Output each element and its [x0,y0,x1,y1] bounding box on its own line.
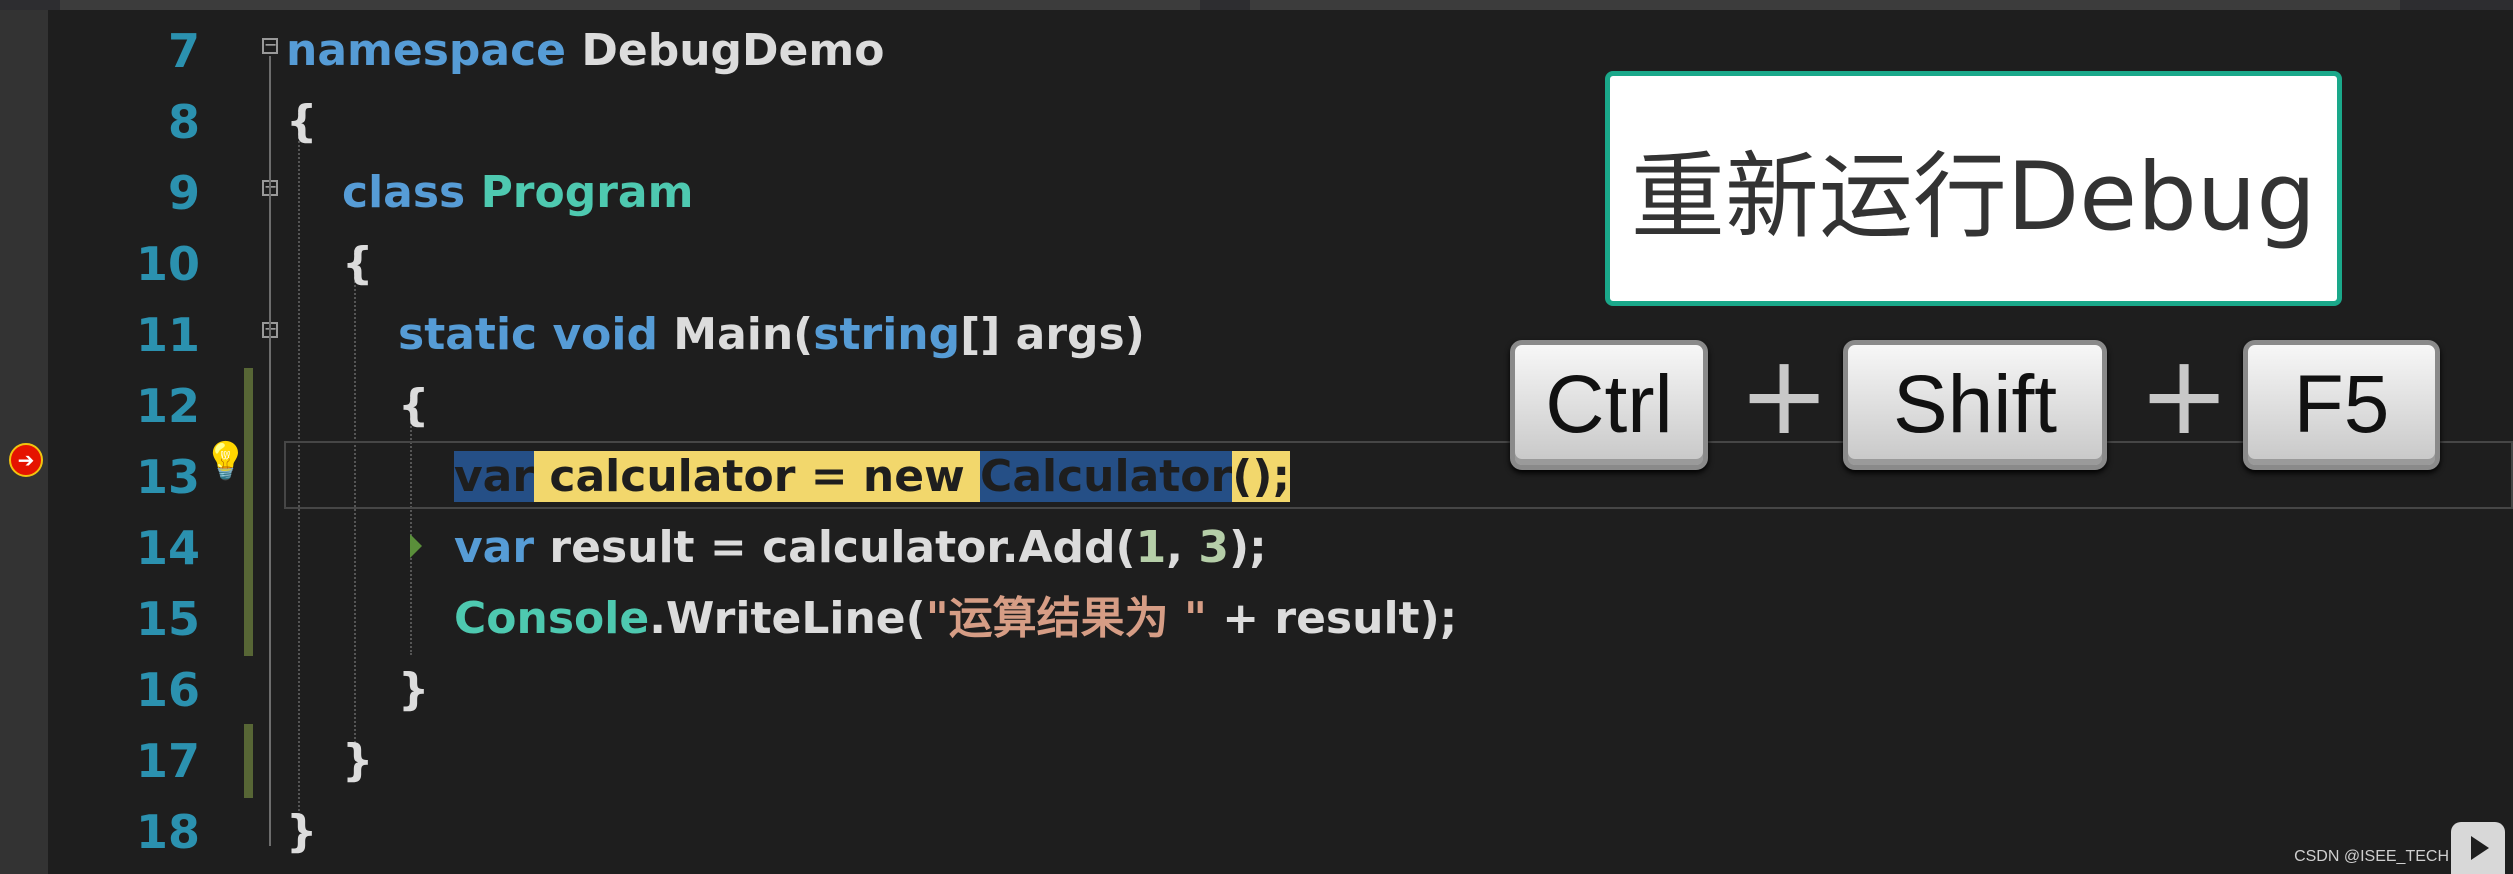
change-indicator [244,368,253,656]
statement-highlighted: calculator = new [534,451,981,502]
type-name-highlighted: Calculator [980,451,1233,502]
identifier: .WriteLine( [649,593,926,644]
keyword: void [552,309,658,360]
keyword: static [398,309,538,360]
line-number: 7 [167,24,200,78]
identifier: Main( [673,309,814,360]
key-ctrl: Ctrl [1510,340,1708,470]
line-number: 16 [135,663,200,717]
current-statement-arrow-icon[interactable]: ➔ [9,443,43,477]
keyword: namespace [286,25,567,76]
line-number: 11 [135,308,200,362]
code-line-12[interactable]: { [398,376,429,436]
editor-tab[interactable] [1250,0,2400,10]
statement-highlighted: (); [1232,451,1291,502]
code-line-10[interactable]: { [342,234,373,294]
code-line-11[interactable]: static void Main(string[] args) [398,305,1145,365]
line-number: 12 [135,379,200,433]
code-line-16[interactable]: } [398,660,429,720]
line-number: 13 [135,450,200,504]
watermark: CSDN @ISEE_TECH [2294,848,2449,865]
keyword: string [813,309,961,360]
code-line-14[interactable]: var result = calculator.Add(1, 3); [454,518,1267,578]
type-name: Console [454,593,650,644]
collapse-icon[interactable]: − [262,37,278,54]
line-number: 17 [135,734,200,788]
keyword: class [342,167,466,218]
punctuation: , [1166,522,1199,573]
code-line-18[interactable]: } [286,802,317,862]
outline-line [269,56,271,846]
code-line-8[interactable]: { [286,92,317,152]
caption-box: 重新运行Debug [1605,71,2342,306]
line-number: 14 [135,521,200,575]
top-tab-strip [0,0,2513,10]
keyword-highlighted: var [454,451,535,502]
identifier: result = calculator.Add( [534,522,1136,573]
identifier: [] args) [960,309,1145,360]
number-literal: 3 [1198,522,1229,573]
line-number: 10 [135,237,200,291]
code-line-17[interactable]: } [342,731,373,791]
identifier: DebugDemo [581,25,885,76]
change-indicator [244,724,253,798]
code-line-15[interactable]: Console.WriteLine("运算结果为 " + result); [454,589,1457,649]
punctuation: ); [1228,522,1267,573]
code-line-9[interactable]: class Program [342,163,693,223]
keyword: var [454,522,535,573]
key-shift: Shift [1843,340,2107,470]
identifier: + result); [1206,593,1458,644]
glyph-margin[interactable] [0,10,48,874]
key-f5: F5 [2243,340,2440,470]
string-literal: "运算结果为 " [925,593,1207,644]
plus-sign: + [1738,331,1831,459]
step-marker-icon [410,534,422,558]
type-name: Program [480,167,694,218]
code-line-13[interactable]: var calculator = new Calculator(); [454,447,1291,507]
lightbulb-icon[interactable]: 💡 [203,444,248,480]
editor-tab[interactable] [60,0,1200,10]
line-number: 9 [167,166,200,220]
code-line-7[interactable]: namespace DebugDemo [286,21,884,81]
line-number: 18 [135,805,200,859]
video-logo-icon [2451,822,2505,874]
number-literal: 1 [1135,522,1167,573]
line-number: 15 [135,592,200,646]
line-number: 8 [167,95,200,149]
plus-sign: + [2138,331,2231,459]
